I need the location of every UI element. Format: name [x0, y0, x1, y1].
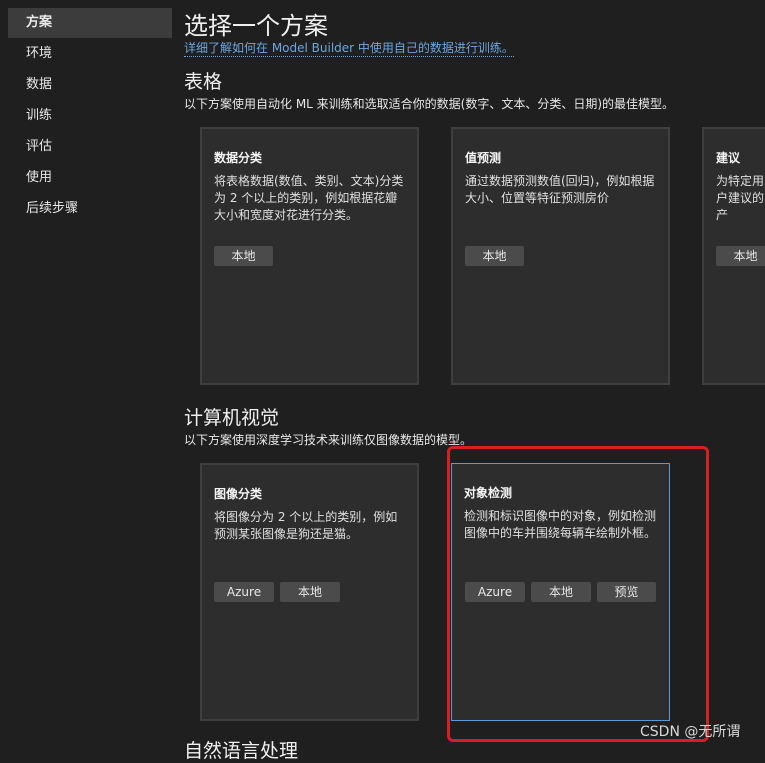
card-title: 图像分类	[214, 487, 263, 501]
section-title-computer-vision: 计算机视觉	[184, 407, 280, 429]
sidebar-item-next-steps[interactable]: 后续步骤	[8, 194, 172, 224]
scenario-card-value-prediction[interactable]: 值预测 通过数据预测数值(回归)，例如根据大小、位置等特征预测房价 本地	[451, 127, 670, 385]
card-description: 将图像分为 2 个以上的类别，例如预测某张图像是狗还是猫。	[214, 510, 398, 541]
card-description: 通过数据预测数值(回归)，例如根据大小、位置等特征预测房价	[465, 174, 655, 205]
sidebar-item-environment[interactable]: 环境	[8, 39, 172, 69]
card-description: 将表格数据(数值、类别、文本)分类为 2 个以上的类别，例如根据花瓣大小和宽度对…	[214, 174, 404, 222]
watermark: CSDN @无所谓	[640, 724, 741, 740]
learn-more-link[interactable]: 详细了解如何在 Model Builder 中使用自己的数据进行训练。	[184, 39, 514, 57]
main-content: 选择一个方案 详细了解如何在 Model Builder 中使用自己的数据进行训…	[172, 0, 765, 745]
section-title-tabular: 表格	[184, 71, 223, 93]
azure-button[interactable]: Azure	[214, 582, 274, 602]
section-desc-tabular: 以下方案使用自动化 ML 来训练和选取适合你的数据(数字、文本、分类、日期)的最…	[184, 97, 675, 111]
card-title: 对象检测	[464, 486, 513, 500]
scenario-card-object-detection[interactable]: 对象检测 检测和标识图像中的对象，例如检测图像中的车并围绕每辆车绘制外框。 Az…	[451, 463, 670, 721]
sidebar-item-consume[interactable]: 使用	[8, 163, 172, 193]
local-button[interactable]: 本地	[465, 246, 524, 266]
sidebar-item-evaluate[interactable]: 评估	[8, 132, 172, 162]
local-button[interactable]: 本地	[214, 246, 273, 266]
card-title: 值预测	[465, 151, 502, 165]
page-title: 选择一个方案	[184, 12, 328, 40]
sidebar: 方案 环境 数据 训练 评估 使用 后续步骤	[0, 0, 172, 745]
local-button[interactable]: 本地	[280, 582, 340, 602]
section-title-nlp: 自然语言处理	[184, 740, 299, 762]
card-description: 检测和标识图像中的对象，例如检测图像中的车并围绕每辆车绘制外框。	[464, 509, 657, 540]
preview-button[interactable]: 预览	[597, 582, 656, 602]
scenario-card-data-classification[interactable]: 数据分类 将表格数据(数值、类别、文本)分类为 2 个以上的类别，例如根据花瓣大…	[200, 127, 419, 385]
local-button[interactable]: 本地	[531, 582, 591, 602]
card-title: 数据分类	[214, 151, 263, 165]
scenario-card-image-classification[interactable]: 图像分类 将图像分为 2 个以上的类别，例如预测某张图像是狗还是猫。 Azure…	[200, 463, 419, 721]
card-title: 建议	[716, 151, 741, 165]
sidebar-item-data[interactable]: 数据	[8, 70, 172, 100]
card-description: 为特定用户建议的产	[716, 174, 765, 222]
azure-button[interactable]: Azure	[465, 582, 525, 602]
sidebar-item-train[interactable]: 训练	[8, 101, 172, 131]
local-button[interactable]: 本地	[716, 246, 765, 266]
sidebar-item-scenario[interactable]: 方案	[8, 8, 172, 38]
scenario-card-recommendation[interactable]: 建议 为特定用户建议的产 本地	[702, 127, 765, 385]
section-desc-computer-vision: 以下方案使用深度学习技术来训练仅图像数据的模型。	[184, 433, 473, 447]
